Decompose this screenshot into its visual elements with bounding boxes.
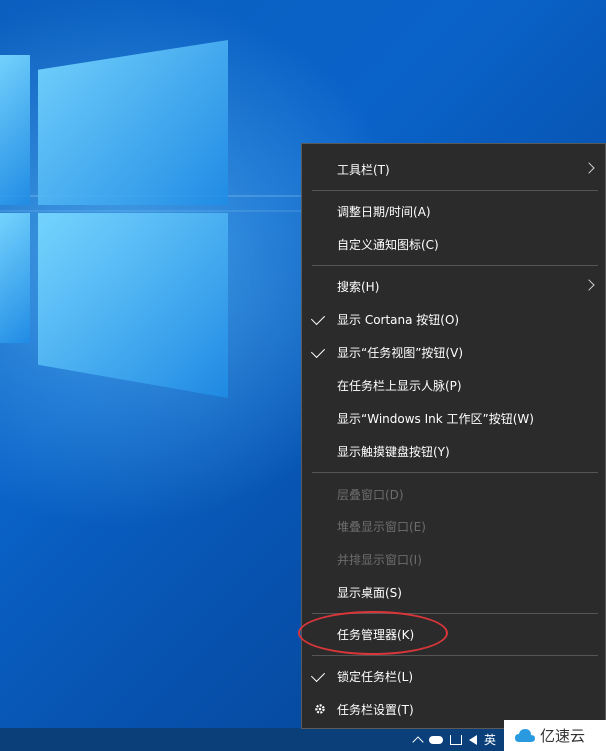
menu-separator	[312, 190, 598, 191]
windows-logo-pane	[38, 40, 228, 205]
volume-icon[interactable]	[468, 734, 477, 745]
menu-item-label: 显示“Windows Ink 工作区”按钮(W)	[337, 411, 534, 426]
checkmark-icon	[310, 310, 326, 326]
menu-item-label: 调整日期/时间(A)	[337, 204, 431, 219]
menu-item-label: 并排显示窗口(I)	[337, 552, 422, 567]
watermark-text: 亿速云	[540, 727, 586, 745]
menu-item-label: 显示“任务视图”按钮(V)	[337, 345, 464, 360]
cloud-icon[interactable]	[428, 735, 443, 744]
cloud-logo-icon	[515, 728, 535, 742]
menu-item-cascade-windows: 层叠窗口(D)	[302, 479, 605, 509]
ime-indicator[interactable]: 英	[484, 731, 496, 748]
menu-separator	[312, 655, 598, 656]
menu-item-label: 显示 Cortana 按钮(O)	[337, 312, 460, 327]
menu-item-show-people[interactable]: 在任务栏上显示人脉(P)	[302, 370, 605, 400]
menu-item-label: 层叠窗口(D)	[337, 487, 404, 502]
menu-item-label: 显示桌面(S)	[337, 585, 402, 600]
system-tray: 英	[412, 728, 496, 751]
checkmark-icon	[310, 343, 326, 359]
network-icon[interactable]	[449, 734, 462, 745]
menu-item-show-cortana-button[interactable]: 显示 Cortana 按钮(O)	[302, 304, 605, 334]
chevron-right-icon	[583, 162, 595, 174]
menu-item-label: 堆叠显示窗口(E)	[337, 519, 426, 534]
menu-item-label: 任务栏设置(T)	[337, 702, 414, 717]
menu-separator	[312, 472, 598, 473]
chevron-up-icon[interactable]	[412, 735, 424, 748]
menu-item-show-task-view-button[interactable]: 显示“任务视图”按钮(V)	[302, 337, 605, 367]
menu-item-stack-windows: 堆叠显示窗口(E)	[302, 511, 605, 541]
checkmark-icon	[310, 667, 326, 683]
menu-item-label: 搜索(H)	[337, 279, 380, 294]
menu-item-customize-notification-icons[interactable]: 自定义通知图标(C)	[302, 229, 605, 259]
menu-separator	[312, 265, 598, 266]
gear-icon	[315, 704, 325, 714]
windows-logo-pane	[0, 55, 30, 205]
menu-item-side-by-side-windows: 并排显示窗口(I)	[302, 544, 605, 574]
menu-item-adjust-date-time[interactable]: 调整日期/时间(A)	[302, 196, 605, 226]
menu-item-show-desktop[interactable]: 显示桌面(S)	[302, 577, 605, 607]
menu-item-lock-taskbar[interactable]: 锁定任务栏(L)	[302, 661, 605, 691]
menu-item-label: 在任务栏上显示人脉(P)	[337, 378, 462, 393]
menu-item-label: 锁定任务栏(L)	[337, 669, 414, 684]
watermark: 亿速云	[504, 720, 606, 751]
highlight-ellipse	[298, 611, 448, 655]
menu-item-show-touch-keyboard-button[interactable]: 显示触摸键盘按钮(Y)	[302, 436, 605, 466]
menu-item-label: 自定义通知图标(C)	[337, 237, 439, 252]
menu-item-show-windows-ink-button[interactable]: 显示“Windows Ink 工作区”按钮(W)	[302, 403, 605, 433]
menu-item-label: 显示触摸键盘按钮(Y)	[337, 444, 450, 459]
windows-logo-pane	[0, 213, 30, 343]
menu-item-label: 工具栏(T)	[337, 162, 390, 177]
menu-item-toolbars[interactable]: 工具栏(T)	[302, 154, 605, 184]
windows-logo-pane	[38, 213, 228, 398]
chevron-right-icon	[583, 279, 595, 291]
menu-item-search[interactable]: 搜索(H)	[302, 271, 605, 301]
